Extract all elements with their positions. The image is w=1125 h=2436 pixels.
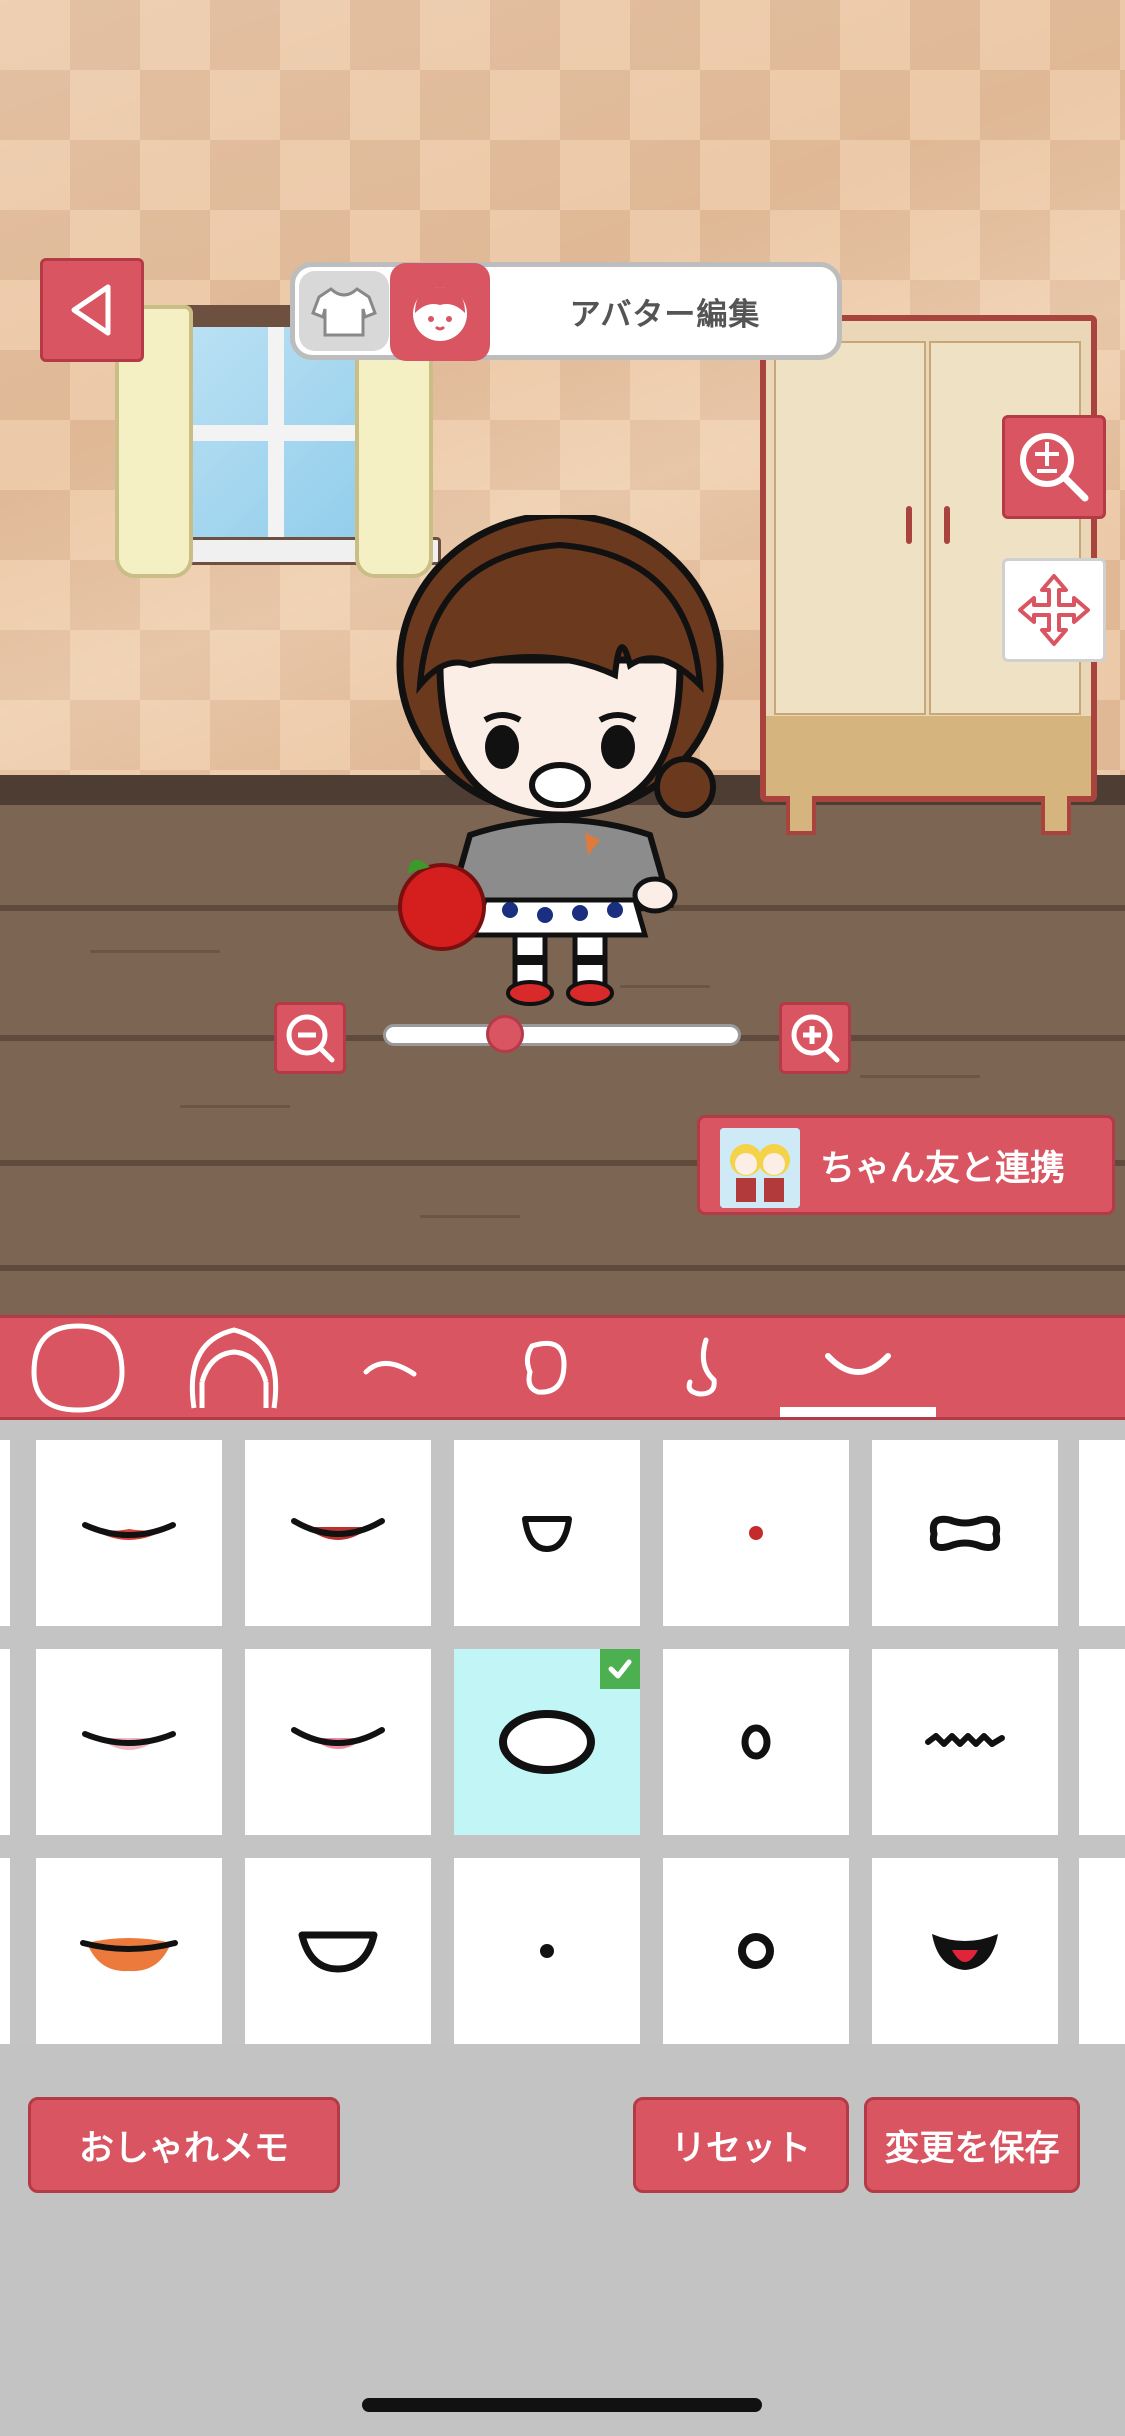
back-button[interactable]: [40, 258, 144, 362]
tab-hair[interactable]: [156, 1318, 312, 1417]
zoom-slider[interactable]: [383, 1015, 741, 1053]
floor-grain: [860, 1075, 980, 1078]
move-arrows-icon: [1018, 574, 1090, 646]
link-friends-button[interactable]: ちゃん友と連携: [697, 1115, 1115, 1215]
mouth-option[interactable]: [0, 1649, 10, 1835]
wardrobe-handle: [944, 506, 950, 544]
mode-clothes-button[interactable]: [299, 271, 389, 351]
mouth-open-small-icon: [522, 1516, 572, 1552]
mouth-option[interactable]: [1079, 1649, 1125, 1835]
floor-grain: [420, 1215, 520, 1218]
mouth-option[interactable]: [36, 1858, 222, 2044]
fashion-memo-button[interactable]: おしゃれメモ: [28, 2097, 340, 2193]
mouth-smile-red-icon: [291, 1518, 385, 1540]
mouth-option[interactable]: [663, 1858, 849, 2044]
hair-outline-icon: [189, 1326, 279, 1408]
mouth-smile-pink-icon: [291, 1727, 385, 1749]
zoom-out-icon: [286, 1014, 335, 1063]
floor-board: [0, 1265, 1125, 1271]
mouth-option[interactable]: [36, 1440, 222, 1626]
wardrobe-drawer: [766, 716, 1091, 796]
zoom-plus-minus-icon: [1020, 433, 1089, 502]
zoom-in-icon: [791, 1014, 840, 1063]
link-friends-label: ちゃん友と連携: [820, 1148, 1066, 1189]
mouth-option[interactable]: [245, 1649, 431, 1835]
mouth-tongue-out-icon: [932, 1934, 998, 1970]
zoom-in-button[interactable]: [779, 1002, 851, 1074]
mouth-wide-open-icon: [298, 1931, 378, 1973]
tab-face-shape[interactable]: [0, 1318, 156, 1417]
wardrobe-door: [774, 341, 926, 715]
tab-mouth[interactable]: [780, 1318, 936, 1417]
mouth-options-grid: [0, 1420, 1125, 2045]
mouth-option[interactable]: [872, 1440, 1058, 1626]
mouth-icon: [825, 1352, 891, 1375]
floor-grain: [180, 1105, 290, 1108]
part-category-tabs: [0, 1315, 1125, 1420]
edit-mode-switch: アバター編集: [290, 262, 842, 361]
mouth-option[interactable]: [454, 1858, 640, 2044]
tab-eyebrows[interactable]: [312, 1318, 468, 1417]
mouth-small-o-icon: [741, 1724, 771, 1760]
floor-grain: [90, 950, 220, 953]
mouth-black-dot-icon: [540, 1944, 554, 1958]
avatar-character[interactable]: [390, 515, 730, 1015]
mouth-zigzag-icon: [925, 1733, 1005, 1747]
mouth-orange-lips-icon: [80, 1938, 178, 1972]
checkmark-icon: [608, 1659, 632, 1679]
back-arrow-icon: [71, 284, 111, 336]
avatar-face-icon: [413, 287, 467, 341]
home-indicator: [362, 2398, 762, 2412]
face-outline-icon: [31, 1322, 125, 1413]
mouth-option[interactable]: [245, 1440, 431, 1626]
mouth-option[interactable]: [36, 1649, 222, 1835]
wardrobe-handle: [906, 506, 912, 544]
mouth-option[interactable]: [0, 1858, 10, 2044]
zoom-slider-knob[interactable]: [486, 1015, 524, 1053]
mouth-pink-lips-icon: [82, 1731, 176, 1750]
selected-check-badge: [600, 1649, 640, 1689]
mode-avatar-button[interactable]: [390, 263, 490, 361]
wardrobe-foot: [786, 796, 816, 835]
mouth-option[interactable]: [1079, 1440, 1125, 1626]
mouth-round-o-icon: [738, 1933, 774, 1969]
zoom-out-button[interactable]: [274, 1002, 346, 1074]
zoom-tool-button[interactable]: [1002, 415, 1106, 519]
mouth-option[interactable]: [872, 1858, 1058, 2044]
page-title: アバター編集: [569, 296, 761, 333]
tab-ears[interactable]: [468, 1318, 624, 1417]
save-changes-button[interactable]: 変更を保存: [864, 2097, 1080, 2193]
friends-thumbnail: [720, 1128, 800, 1208]
mouth-option[interactable]: [454, 1440, 640, 1626]
eyebrow-icon: [363, 1360, 417, 1376]
mouth-option[interactable]: [0, 1440, 10, 1626]
mouth-big-oval-icon: [499, 1710, 595, 1774]
mouth-wavy-oval-icon: [929, 1515, 1001, 1551]
mouth-option-selected[interactable]: [454, 1649, 640, 1835]
mouth-option[interactable]: [872, 1649, 1058, 1835]
nose-icon: [686, 1337, 717, 1397]
wardrobe-foot: [1041, 796, 1071, 835]
mouth-option[interactable]: [1079, 1858, 1125, 2044]
move-tool-button[interactable]: [1002, 558, 1106, 662]
reset-button[interactable]: リセット: [633, 2097, 849, 2193]
friends-characters-icon: [720, 1128, 800, 1208]
ear-icon: [524, 1340, 567, 1395]
mouth-red-lips-icon: [82, 1522, 176, 1540]
mouth-red-dot-icon: [749, 1526, 763, 1540]
shirt-icon: [311, 287, 377, 337]
mouth-option[interactable]: [245, 1858, 431, 2044]
mouth-option[interactable]: [663, 1440, 849, 1626]
tab-nose[interactable]: [624, 1318, 780, 1417]
mouth-option[interactable]: [663, 1649, 849, 1835]
